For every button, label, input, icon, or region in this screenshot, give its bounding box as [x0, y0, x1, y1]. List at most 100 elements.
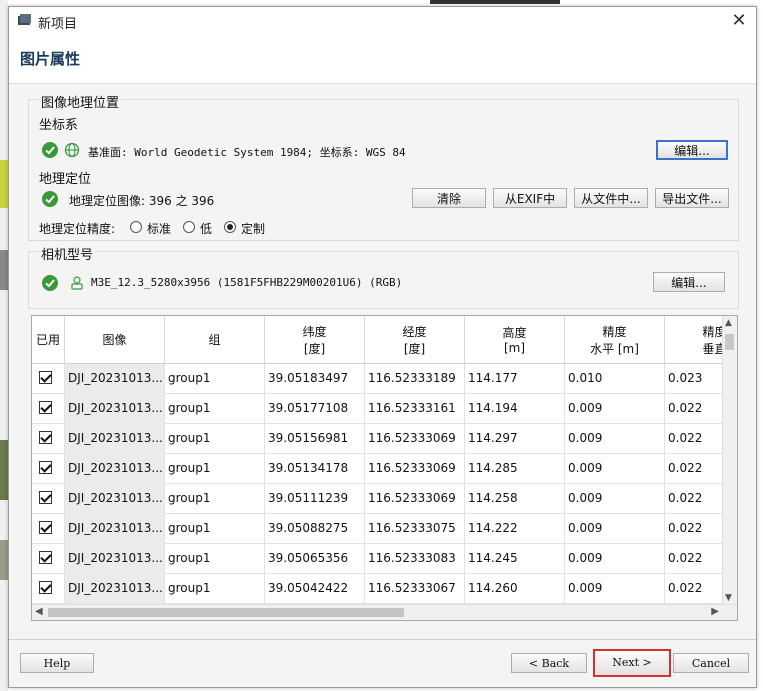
crs-edit-button[interactable]: 编辑... — [656, 140, 728, 160]
enabled-checkbox[interactable] — [39, 491, 52, 504]
background-bar — [430, 0, 560, 4]
accuracy-h-cell: 0.009 — [565, 424, 665, 454]
table-row[interactable]: DJI_20231013... group1 39.05177108 116.5233… — [32, 394, 722, 424]
longitude-cell: 116.52333069 — [365, 454, 465, 484]
cancel-button[interactable]: Cancel — [673, 653, 749, 673]
altitude-cell: 114.245 — [465, 544, 565, 574]
enabled-cell — [32, 454, 65, 484]
from-exif-button[interactable]: 从EXIF中 — [493, 188, 567, 208]
enabled-cell — [32, 514, 65, 544]
image-cell: DJI_20231013... — [65, 424, 165, 454]
geolocated-count: 地理定位图像: 396 之 396 — [69, 194, 215, 208]
table-row[interactable]: DJI_20231013... group1 39.05111239 116.5233… — [32, 484, 722, 514]
group-cell: group1 — [165, 574, 265, 604]
window-title: 新项目 — [38, 17, 78, 32]
crs-description: 基准面: World Geodetic System 1984; 坐标系: WG… — [88, 146, 406, 159]
altitude-cell: 114.285 — [465, 454, 565, 484]
enabled-checkbox[interactable] — [39, 431, 52, 444]
clear-button[interactable]: 清除 — [412, 188, 486, 208]
table-row[interactable]: DJI_20231013... group1 39.05088275 116.5233… — [32, 514, 722, 544]
vertical-scrollbar[interactable]: ▲ ▼ — [722, 316, 737, 605]
image-table: 已用 图像 组 纬度 [度] 经度 [度] 高度 [m] 精度 水平 [m] 精度 垂直 … — [31, 315, 738, 621]
accuracy-h-cell: 0.009 — [565, 514, 665, 544]
next-button[interactable]: Next > — [593, 649, 671, 677]
group-cell: group1 — [165, 454, 265, 484]
longitude-cell: 116.52333083 — [365, 544, 465, 574]
accuracy-standard-radio[interactable] — [130, 221, 142, 233]
accuracy-low-radio[interactable] — [183, 221, 195, 233]
latitude-cell: 39.05111239 — [265, 484, 365, 514]
footer-divider — [9, 639, 756, 640]
enabled-checkbox[interactable] — [39, 371, 52, 384]
col-header-altitude[interactable]: 高度 [m] — [465, 316, 565, 364]
col-header-group[interactable]: 组 — [165, 316, 265, 364]
enabled-checkbox[interactable] — [39, 401, 52, 414]
enabled-checkbox[interactable] — [39, 551, 52, 564]
title-bar: 新项目 ✕ — [9, 7, 756, 35]
table-row[interactable]: DJI_20231013... group1 39.05065356 116.5233… — [32, 544, 722, 574]
image-cell: DJI_20231013... — [65, 544, 165, 574]
longitude-cell: 116.52333161 — [365, 394, 465, 424]
group-cell: group1 — [165, 484, 265, 514]
accuracy-h-cell: 0.009 — [565, 484, 665, 514]
col-header-latitude[interactable]: 纬度 [度] — [265, 316, 365, 364]
longitude-cell: 116.52333069 — [365, 484, 465, 514]
accuracy-h-cell: 0.009 — [565, 544, 665, 574]
camera-edit-button[interactable]: 编辑... — [653, 272, 725, 292]
from-file-button[interactable]: 从文件中... — [574, 188, 648, 208]
scroll-left-arrow[interactable]: ◀ — [35, 606, 43, 617]
latitude-cell: 39.05183497 — [265, 364, 365, 394]
altitude-cell: 114.258 — [465, 484, 565, 514]
image-cell: DJI_20231013... — [65, 574, 165, 604]
crs-ok-icon — [42, 142, 58, 158]
close-icon[interactable]: ✕ — [728, 10, 750, 32]
enabled-cell — [32, 364, 65, 394]
image-cell: DJI_20231013... — [65, 364, 165, 394]
accuracy-low-label: 低 — [200, 222, 213, 236]
enabled-checkbox[interactable] — [39, 581, 52, 594]
horizontal-scrollbar[interactable]: ◀ ▶ — [32, 604, 737, 620]
accuracy-custom-label: 定制 — [241, 222, 266, 236]
table-row[interactable]: DJI_20231013... group1 39.05183497 116.5233… — [32, 364, 722, 394]
enabled-checkbox[interactable] — [39, 461, 52, 474]
enabled-cell — [32, 544, 65, 574]
image-cell: DJI_20231013... — [65, 454, 165, 484]
col-header-accuracy-horizontal[interactable]: 精度 水平 [m] — [565, 316, 665, 364]
camera-ok-icon — [42, 275, 58, 291]
group-cell: group1 — [165, 424, 265, 454]
table-row[interactable]: DJI_20231013... group1 39.05042422 116.5233… — [32, 574, 722, 604]
camera-model-group: 相机型号 M3E_12.3_5280x3956 (1581F5FHB229M00… — [28, 244, 739, 309]
group-cell: group1 — [165, 394, 265, 424]
accuracy-custom-radio[interactable] — [224, 221, 236, 233]
latitude-cell: 39.05042422 — [265, 574, 365, 604]
scroll-down-arrow[interactable]: ▼ — [725, 593, 732, 603]
altitude-cell: 114.260 — [465, 574, 565, 604]
back-button[interactable]: < Back — [511, 653, 587, 673]
enabled-checkbox[interactable] — [39, 521, 52, 534]
image-cell: DJI_20231013... — [65, 514, 165, 544]
image-cell: DJI_20231013... — [65, 394, 165, 424]
col-header-image[interactable]: 图像 — [65, 316, 165, 364]
enabled-cell — [32, 424, 65, 454]
background-strip — [0, 0, 8, 691]
accuracy-h-cell: 0.009 — [565, 394, 665, 424]
table-row[interactable]: DJI_20231013... group1 39.05156981 116.5233… — [32, 424, 722, 454]
enabled-cell — [32, 484, 65, 514]
col-header-longitude[interactable]: 经度 [度] — [365, 316, 465, 364]
export-file-button[interactable]: 导出文件... — [655, 188, 729, 208]
longitude-cell: 116.52333075 — [365, 514, 465, 544]
altitude-cell: 114.222 — [465, 514, 565, 544]
enabled-cell — [32, 394, 65, 424]
col-header-enabled[interactable]: 已用 — [32, 316, 65, 364]
image-geolocation-group: 图像地理位置 坐标系 基准面: World Geodetic System 19… — [28, 92, 739, 241]
longitude-cell: 116.52333067 — [365, 574, 465, 604]
crs-heading: 坐标系 — [39, 118, 79, 133]
accuracy-h-cell: 0.009 — [565, 454, 665, 484]
table-row[interactable]: DJI_20231013... group1 39.05134178 116.5233… — [32, 454, 722, 484]
longitude-cell: 116.52333189 — [365, 364, 465, 394]
vertical-scroll-thumb[interactable] — [725, 334, 734, 350]
scroll-right-arrow[interactable]: ▶ — [711, 606, 719, 617]
horizontal-scroll-thumb[interactable] — [48, 608, 404, 617]
help-button[interactable]: Help — [20, 653, 94, 673]
scroll-up-arrow[interactable]: ▲ — [725, 318, 732, 328]
